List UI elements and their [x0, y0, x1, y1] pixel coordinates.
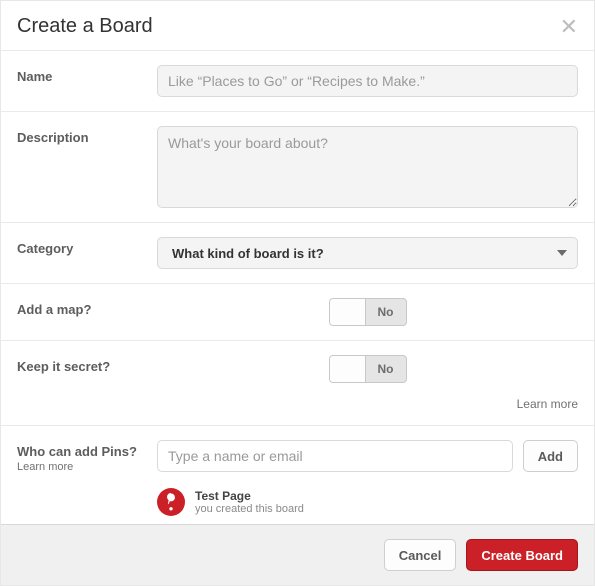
- dialog-footer: Cancel Create Board: [1, 524, 594, 585]
- member-row: Test Page you created this board: [157, 488, 578, 516]
- row-secret: Keep it secret? No Learn more: [1, 341, 594, 426]
- category-select[interactable]: What kind of board is it?: [157, 237, 578, 269]
- add-button[interactable]: Add: [523, 440, 578, 472]
- name-label: Name: [17, 65, 157, 84]
- dialog-body: Name Description Category What kind of b…: [1, 51, 594, 524]
- secret-toggle-state: No: [366, 356, 406, 382]
- pin-icon: [157, 488, 185, 516]
- category-label: Category: [17, 237, 157, 256]
- description-input[interactable]: [157, 126, 578, 208]
- chevron-down-icon: [557, 250, 567, 256]
- close-icon[interactable]: ✕: [560, 16, 578, 38]
- pins-label: Who can add Pins? Learn more: [17, 440, 157, 473]
- row-pins: Who can add Pins? Learn more Add Test Pa…: [1, 426, 594, 524]
- create-board-button[interactable]: Create Board: [466, 539, 578, 571]
- pins-label-text: Who can add Pins?: [17, 444, 137, 459]
- map-toggle[interactable]: No: [329, 298, 407, 326]
- member-name: Test Page: [195, 489, 304, 503]
- invite-input[interactable]: [157, 440, 513, 472]
- category-placeholder: What kind of board is it?: [172, 246, 324, 261]
- cancel-button[interactable]: Cancel: [384, 539, 457, 571]
- map-toggle-state: No: [366, 299, 406, 325]
- name-input[interactable]: [157, 65, 578, 97]
- row-name: Name: [1, 51, 594, 112]
- dialog-title: Create a Board: [17, 15, 560, 38]
- toggle-knob: [330, 299, 366, 325]
- secret-toggle[interactable]: No: [329, 355, 407, 383]
- description-label: Description: [17, 126, 157, 145]
- secret-label: Keep it secret?: [17, 355, 157, 374]
- pins-learn-more-link[interactable]: Learn more: [17, 461, 157, 473]
- map-label: Add a map?: [17, 298, 157, 317]
- row-map: Add a map? No: [1, 284, 594, 341]
- member-info: Test Page you created this board: [195, 489, 304, 515]
- create-board-dialog: Create a Board ✕ Name Description Catego…: [0, 0, 595, 586]
- member-meta: you created this board: [195, 503, 304, 515]
- dialog-header: Create a Board ✕: [1, 1, 594, 51]
- row-category: Category What kind of board is it?: [1, 223, 594, 284]
- row-description: Description: [1, 112, 594, 223]
- toggle-knob: [330, 356, 366, 382]
- secret-learn-more-link[interactable]: Learn more: [517, 391, 578, 411]
